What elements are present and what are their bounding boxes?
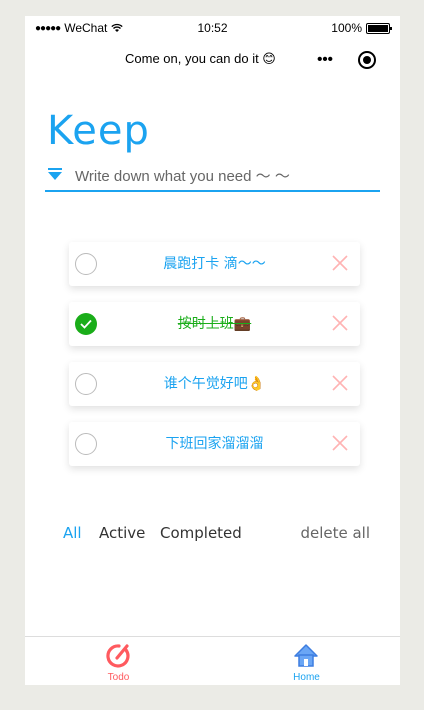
- close-capsule-icon[interactable]: [358, 51, 376, 69]
- phone-screen: ●●●●● WeChat 10:52 100% Come on, you can…: [25, 16, 400, 685]
- todo-text[interactable]: 按时上班💼: [109, 302, 320, 346]
- delete-icon[interactable]: [332, 375, 348, 391]
- more-icon[interactable]: •••: [313, 50, 337, 70]
- todo-text[interactable]: 下班回家溜溜溜: [109, 422, 320, 466]
- home-icon: [294, 644, 318, 667]
- app-title: Keep: [47, 108, 150, 154]
- tab-todo-label: Todo: [107, 672, 130, 683]
- filter-active[interactable]: Active: [99, 524, 145, 542]
- status-right: 100%: [331, 21, 392, 35]
- battery-icon: [366, 22, 392, 34]
- tab-home[interactable]: Home: [213, 637, 400, 685]
- delete-icon[interactable]: [332, 315, 348, 331]
- delete-icon[interactable]: [332, 255, 348, 271]
- new-todo-row: [45, 162, 380, 192]
- tab-bar: Todo Home: [25, 636, 400, 685]
- tab-home-label: Home: [293, 672, 320, 683]
- nav-title: Come on, you can do it 😊: [125, 51, 276, 66]
- checkmark-icon: [80, 319, 92, 329]
- checkbox-checked[interactable]: [75, 313, 97, 335]
- todo-item: 下班回家溜溜溜: [69, 422, 360, 466]
- todo-ring-icon: [106, 644, 130, 668]
- delete-all-button[interactable]: delete all: [300, 524, 370, 542]
- checkbox[interactable]: [75, 373, 97, 395]
- new-todo-input[interactable]: [75, 164, 375, 188]
- battery-percent: 100%: [331, 21, 362, 35]
- toggle-all-icon[interactable]: [48, 168, 62, 180]
- checkbox[interactable]: [75, 253, 97, 275]
- nav-bar: Come on, you can do it 😊 •••: [25, 42, 400, 78]
- tab-todo[interactable]: Todo: [25, 637, 212, 685]
- filter-all[interactable]: All: [63, 524, 82, 542]
- filter-completed[interactable]: Completed: [160, 524, 242, 542]
- todo-item: 按时上班💼: [69, 302, 360, 346]
- todo-text[interactable]: 谁个午觉好吧👌: [109, 362, 320, 406]
- todo-item: 晨跑打卡 滴～～: [69, 242, 360, 286]
- todo-item: 谁个午觉好吧👌: [69, 362, 360, 406]
- delete-icon[interactable]: [332, 435, 348, 451]
- checkbox[interactable]: [75, 433, 97, 455]
- status-bar: ●●●●● WeChat 10:52 100%: [25, 16, 400, 38]
- todo-text[interactable]: 晨跑打卡 滴～～: [109, 242, 320, 286]
- filter-bar: All Active Completed delete all: [25, 524, 400, 548]
